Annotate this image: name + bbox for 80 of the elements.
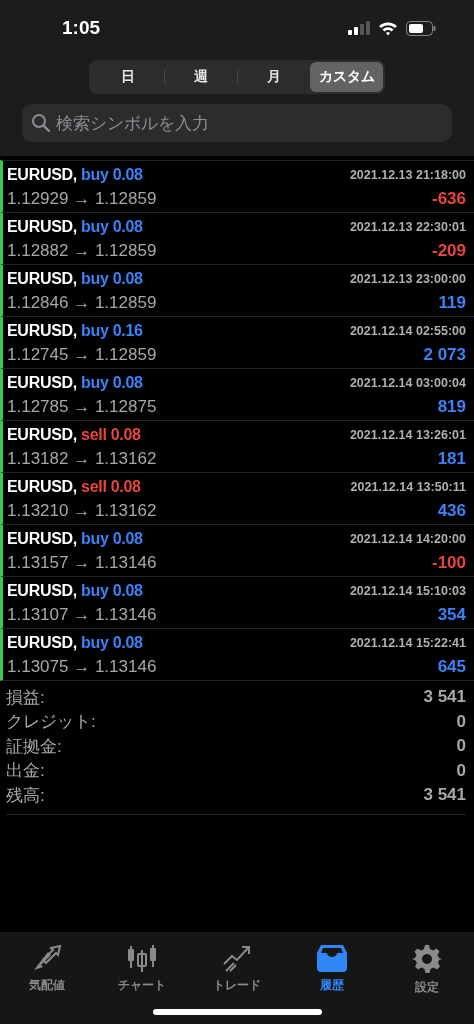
tab-bar-item[interactable]: 履歴 — [284, 940, 380, 1000]
trend-arrow-icon — [222, 944, 252, 972]
summary-label: 出金: — [6, 760, 45, 783]
symbol-label: EURUSD, — [7, 217, 77, 235]
price-range: 1.12785 → 1.12875 — [7, 397, 158, 418]
symbol-label: EURUSD, — [7, 425, 77, 443]
summary-value: 0 — [456, 711, 466, 732]
profit-value: 354 — [436, 605, 466, 626]
trade-action: sell 0.08 — [81, 477, 141, 495]
profit-value: -100 — [430, 553, 466, 574]
period-tab[interactable]: 週 — [164, 67, 237, 87]
search-field[interactable]: 検索シンボルを入力 — [22, 104, 452, 142]
tab-bar-item[interactable]: 設定 — [379, 940, 474, 1000]
price-range: 1.12745 → 1.12859 — [7, 345, 158, 366]
diagonal-arrows-icon — [32, 944, 63, 972]
summary-label: 証拠金: — [6, 735, 62, 758]
period-tab[interactable]: カスタム — [310, 62, 383, 92]
trade-action: sell 0.08 — [81, 425, 141, 443]
symbol-label: EURUSD, — [7, 529, 77, 547]
trade-action: buy 0.08 — [81, 633, 143, 651]
profit-value: 645 — [436, 657, 466, 678]
period-tab[interactable]: 日 — [91, 67, 164, 87]
symbol-label: EURUSD, — [7, 321, 77, 339]
summary-label: 損益: — [6, 686, 45, 709]
symbol-label: EURUSD, — [7, 633, 77, 651]
summary-label: 残高: — [6, 784, 45, 807]
price-range: 1.12929 → 1.12859 — [7, 189, 158, 210]
symbol-label: EURUSD, — [7, 269, 77, 287]
trade-action: buy 0.08 — [81, 165, 143, 183]
trade-time: 2021.12.13 22:30:01 — [349, 219, 466, 234]
trade-time: 2021.12.14 02:55:00 — [349, 323, 466, 338]
symbol-label: EURUSD, — [7, 165, 77, 183]
battery-icon — [406, 20, 436, 36]
profit-value: 436 — [436, 501, 466, 522]
trade-action: buy 0.16 — [81, 321, 143, 339]
symbol-label: EURUSD, — [7, 581, 77, 599]
candlestick-icon — [127, 944, 158, 972]
summary-value: 3 541 — [423, 687, 466, 708]
trade-time: 2021.12.13 23:00:00 — [349, 271, 466, 286]
tab-bar-item[interactable]: チャート — [94, 940, 190, 1000]
summary-value: 3 541 — [423, 785, 466, 806]
status-time: 1:05 — [62, 17, 101, 39]
trade-time: 2021.12.14 13:26:01 — [349, 427, 466, 442]
trade-time: 2021.12.14 14:20:00 — [349, 531, 466, 546]
search-icon — [31, 113, 51, 133]
trade-time: 2021.12.14 03:00:04 — [349, 375, 466, 390]
trade-time: 2021.12.14 15:10:03 — [349, 583, 466, 598]
price-range: 1.13182 → 1.13162 — [7, 449, 158, 470]
signal-icon — [348, 21, 370, 35]
profit-value: 2 073 — [422, 345, 466, 366]
wifi-icon — [378, 20, 398, 36]
trade-time: 2021.12.13 21:18:00 — [349, 167, 466, 182]
symbol-label: EURUSD, — [7, 373, 77, 391]
trade-time: 2021.12.14 15:22:41 — [349, 635, 466, 650]
price-range: 1.13075 → 1.13146 — [7, 657, 158, 678]
price-range: 1.12882 → 1.12859 — [7, 241, 158, 262]
summary-label: クレジット: — [6, 711, 96, 734]
price-range: 1.13157 → 1.13146 — [7, 553, 158, 574]
home-indicator[interactable] — [153, 1009, 322, 1015]
price-range: 1.13107 → 1.13146 — [7, 605, 158, 626]
trade-action: buy 0.08 — [81, 581, 143, 599]
profit-value: 181 — [436, 449, 466, 470]
profit-value: -209 — [430, 241, 466, 262]
tab-bar-item[interactable]: 気配値 — [0, 940, 95, 1000]
symbol-label: EURUSD, — [7, 477, 77, 495]
tab-bar-item[interactable]: トレード — [189, 940, 285, 1000]
trade-action: buy 0.08 — [81, 217, 143, 235]
trade-time: 2021.12.14 13:50:11 — [350, 479, 466, 494]
inbox-tray-icon — [316, 944, 347, 972]
trade-action: buy 0.08 — [81, 529, 143, 547]
settings-icon — [411, 944, 442, 974]
price-range: 1.13210 → 1.13162 — [7, 501, 158, 522]
profit-value: 819 — [436, 397, 466, 418]
trade-action: buy 0.08 — [81, 269, 143, 287]
price-range: 1.12846 → 1.12859 — [7, 293, 158, 314]
profit-value: -636 — [430, 189, 466, 210]
profit-value: 119 — [437, 293, 466, 314]
summary-value: 0 — [456, 760, 466, 781]
trade-action: buy 0.08 — [81, 373, 143, 391]
summary-value: 0 — [456, 736, 466, 757]
